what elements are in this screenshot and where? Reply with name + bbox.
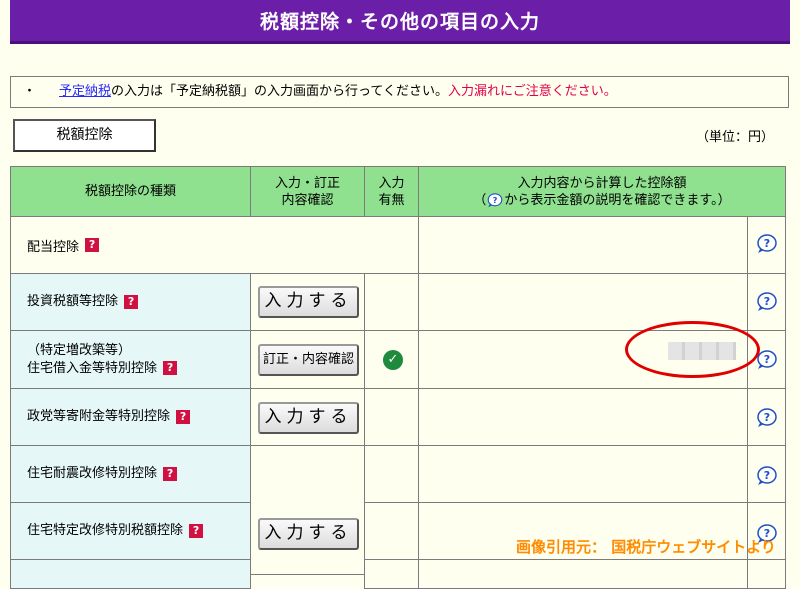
row-specific-renovation-status [364,502,419,560]
row-next-label [10,559,251,589]
entered-check-icon: ✓ [383,350,403,370]
investment-input-button[interactable]: 入力する [258,286,359,318]
row-political-donation-label: 政党等寄附金等特別控除? [10,388,251,446]
header-amount: 入力内容から計算した控除額 （? から表示金額の説明を確認できます。） [418,166,786,217]
svg-text:?: ? [764,469,770,482]
question-icon[interactable]: ? [85,238,100,252]
header-status: 入力 有無 [364,166,419,217]
political-donation-input-button[interactable]: 入力する [258,402,359,434]
highlight-circle [625,321,760,378]
row-dividend-label: 配当控除? [10,216,419,274]
row-seismic-amount [418,445,748,503]
image-credit: 画像引用元： 国税庁ウェブサイトより [516,538,776,556]
info-bubble-icon[interactable]: ? [756,350,778,370]
notice-bullet: ・ [23,84,37,99]
advance-tax-link[interactable]: 予定納税 [59,84,111,99]
row-specific-renovation-label: 住宅特定改修特別税額控除? [10,502,251,560]
info-bubble-icon[interactable]: ? [756,408,778,428]
notice-box: ・ 予定納税の入力は「予定納税額」の入力画面から行ってください。入力漏れにご注意… [10,76,789,108]
question-icon[interactable]: ? [176,410,191,424]
row-seismic-label: 住宅耐震改修特別控除? [10,445,251,503]
row-next-amount [418,559,748,589]
row-investment-label: 投資税額等控除? [10,273,251,331]
row-political-donation-amount [418,388,748,446]
notice-warning: 入力漏れにご注意ください。 [447,84,617,99]
header-type: 税額控除の種類 [10,166,251,217]
header-amount-line1: 入力内容から計算した控除額 [517,175,687,191]
help-bubble-icon: ? [488,192,503,207]
row-dividend-amount [418,216,748,274]
row-seismic-status [364,445,419,503]
question-icon[interactable]: ? [189,524,204,538]
svg-text:?: ? [764,353,770,366]
notice-body: の入力は「予定納税額」の入力画面から行ってください。 [111,84,448,99]
svg-text:?: ? [764,411,770,424]
row-political-donation-status [364,388,419,446]
page-title: 税額控除・その他の項目の入力 [259,11,540,33]
row-seismic-entry [250,445,365,575]
svg-text:?: ? [764,237,770,250]
svg-text:?: ? [764,295,770,308]
question-icon[interactable]: ? [163,361,178,375]
row-housing-loan-label: （特定増改築等） 住宅借入金等特別控除? [10,330,251,389]
notice-text: 予定納税の入力は「予定納税額」の入力画面から行ってください。入力漏れにご注意くだ… [59,77,617,107]
question-icon[interactable]: ? [163,467,178,481]
tab-tax-credit[interactable]: 税額控除 [13,119,156,152]
row-investment-status [364,273,419,331]
page-title-bar: 税額控除・その他の項目の入力 [10,0,790,44]
info-bubble-icon[interactable]: ? [756,292,778,312]
question-icon[interactable]: ? [124,295,139,309]
row-next-status [364,559,419,589]
unit-label: （単位：円） [695,130,774,145]
info-bubble-icon[interactable]: ? [756,466,778,486]
renovation-input-button[interactable]: 入力する [258,518,359,550]
header-entry: 入力・訂正 内容確認 [250,166,365,217]
housing-loan-correct-button[interactable]: 訂正・内容確認 [258,344,359,376]
svg-text:?: ? [493,194,498,204]
info-bubble-icon[interactable]: ? [756,234,778,254]
header-amount-line2: （? から表示金額の説明を確認できます。） [473,192,731,208]
row-next-info [747,559,786,589]
